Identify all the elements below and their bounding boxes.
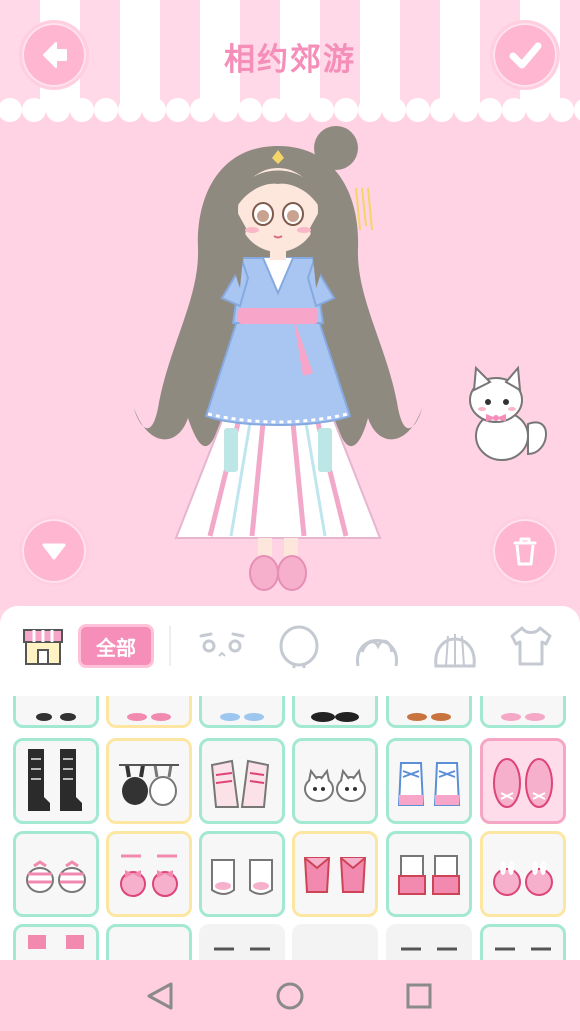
item-cat-shoes-white[interactable] <box>292 738 378 824</box>
confirm-button[interactable] <box>490 20 560 90</box>
tshirt-icon[interactable] <box>506 622 556 670</box>
item-white-shoes-2[interactable] <box>480 924 566 960</box>
arrow-left-icon <box>43 42 67 68</box>
item-pink-bow-shoes[interactable] <box>292 831 378 917</box>
shop-icon[interactable] <box>22 626 64 666</box>
item-blue-shoes[interactable] <box>199 696 285 728</box>
item-black-boots[interactable] <box>13 738 99 824</box>
item-black-shoes[interactable] <box>292 696 378 728</box>
item-pink-booties[interactable] <box>386 831 472 917</box>
item-bunny-flats-pink[interactable] <box>480 831 566 917</box>
head-icon[interactable] <box>274 622 324 670</box>
item-black-sandals[interactable] <box>13 696 99 728</box>
item-white-shoes[interactable] <box>199 924 285 960</box>
item-sneakers-pink[interactable] <box>199 738 285 824</box>
cat-pet <box>469 365 547 461</box>
item-pink-sandals-2[interactable] <box>13 924 99 960</box>
collapse-panel-button[interactable] <box>19 516 89 586</box>
category-divider <box>169 626 171 666</box>
item-pink-sandals[interactable] <box>13 831 99 917</box>
item-sneakers-blue[interactable] <box>386 738 472 824</box>
face-eyes-icon[interactable] <box>197 622 247 670</box>
back-button[interactable] <box>19 20 89 90</box>
square-recents-icon[interactable] <box>399 976 439 1016</box>
item-empty-slot[interactable] <box>106 924 192 960</box>
front-hair-icon[interactable] <box>352 622 402 670</box>
item-brown-shoes[interactable] <box>386 696 472 728</box>
item-bunny-slippers[interactable] <box>106 738 192 824</box>
triangle-back-icon[interactable] <box>141 976 181 1016</box>
item-white-mary-janes[interactable] <box>199 831 285 917</box>
item-pink-ballet-flats[interactable] <box>480 738 566 824</box>
doll-character <box>134 126 422 591</box>
tab-all[interactable]: 全部 <box>78 624 154 668</box>
item-pink-flats[interactable] <box>106 696 192 728</box>
circle-home-icon[interactable] <box>270 976 310 1016</box>
dressup-stage: 相约郊游 <box>0 0 580 610</box>
trash-icon <box>513 537 537 566</box>
trash-button[interactable] <box>490 516 560 586</box>
chevron-down-icon <box>42 543 66 560</box>
back-hair-icon[interactable] <box>430 622 480 670</box>
item-pink-shoes[interactable] <box>480 696 566 728</box>
item-white-sneakers[interactable] <box>386 924 472 960</box>
items-grid <box>0 696 580 960</box>
item-empty-slot[interactable] <box>292 924 378 960</box>
item-bow-sandals[interactable] <box>106 831 192 917</box>
check-icon <box>509 42 542 69</box>
